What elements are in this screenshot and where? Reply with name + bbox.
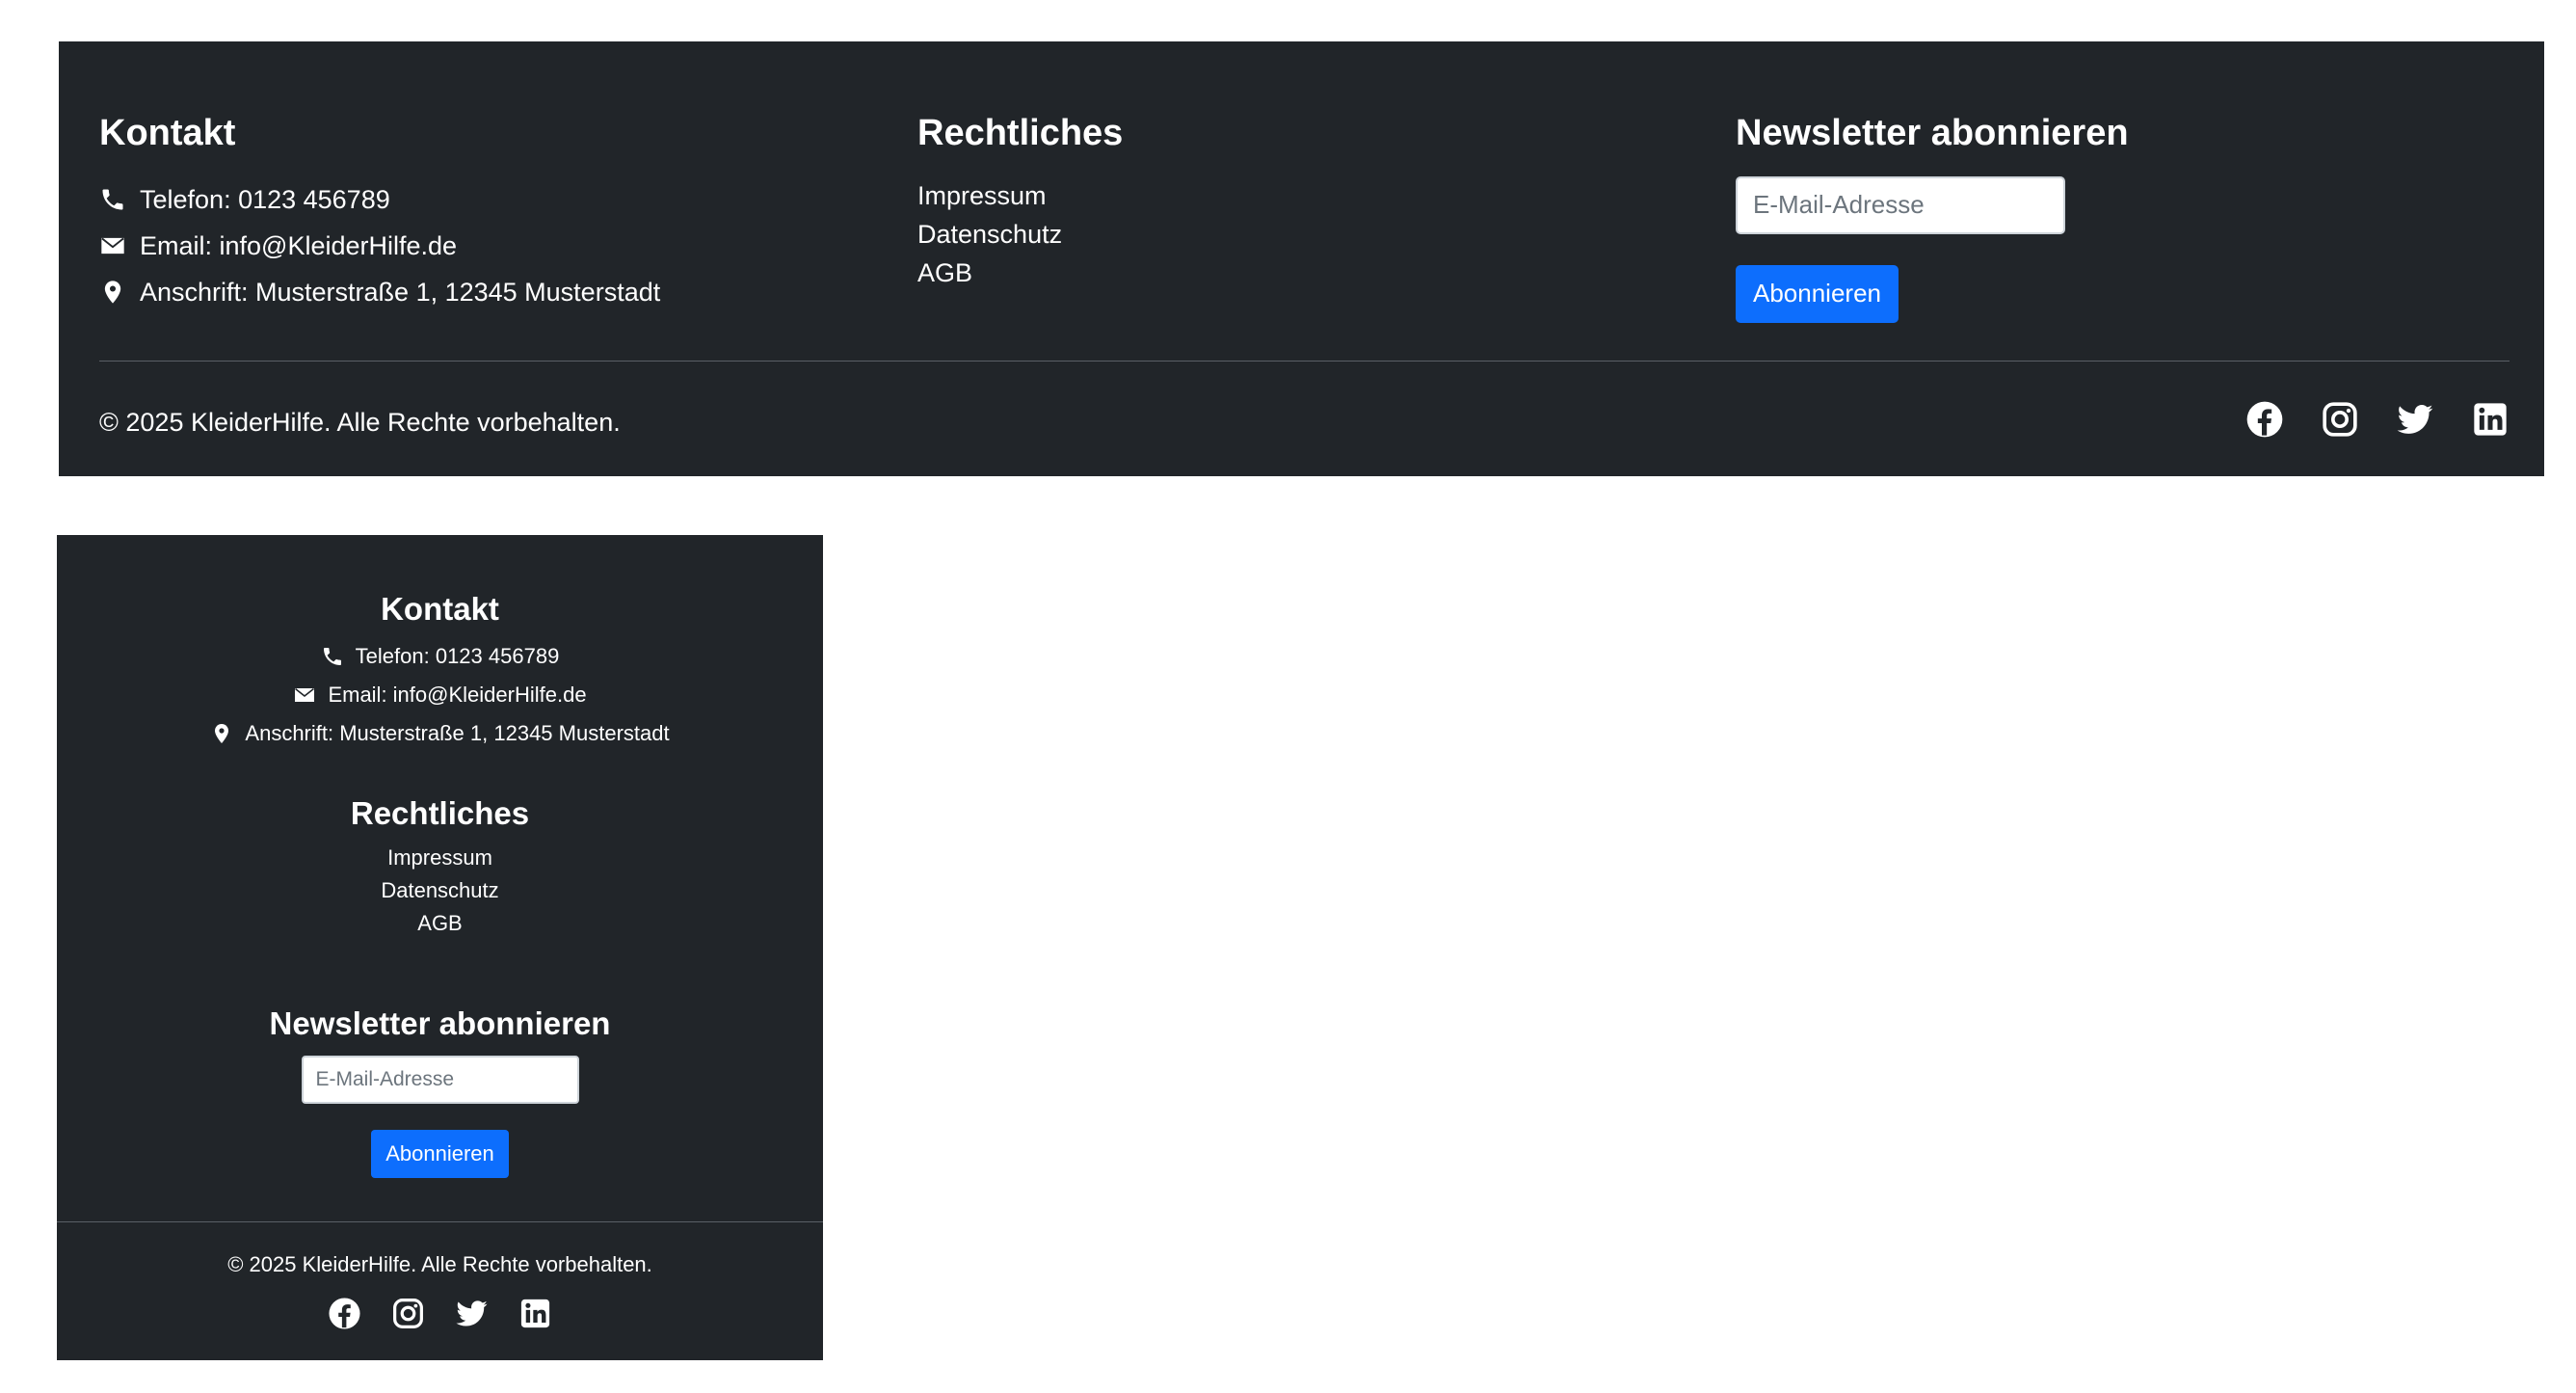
twitter-icon[interactable] (2396, 400, 2434, 439)
impressum-link[interactable]: Impressum (57, 842, 823, 874)
contact-email: Email: info@KleiderHilfe.de (99, 223, 870, 269)
subscribe-button[interactable]: Abonnieren (1736, 264, 1899, 323)
email-text: Email: info@KleiderHilfe.de (140, 230, 458, 260)
social-links (2245, 400, 2510, 439)
facebook-icon[interactable] (328, 1297, 361, 1330)
instagram-icon[interactable] (2321, 400, 2359, 439)
impressum-link[interactable]: Impressum (917, 176, 1688, 215)
linkedin-icon[interactable] (2471, 400, 2510, 439)
copyright-text: © 2025 KleiderHilfe. Alle Rechte vorbeha… (227, 1252, 652, 1276)
newsletter-email-input[interactable] (1736, 175, 2065, 234)
footer-divider (57, 1221, 823, 1222)
agb-link[interactable]: AGB (57, 907, 823, 940)
contact-address: Anschrift: Musterstraße 1, 12345 Musters… (99, 269, 870, 315)
contact-email: Email: info@KleiderHilfe.de (57, 676, 823, 714)
phone-icon (99, 186, 126, 213)
copyright-text: © 2025 KleiderHilfe. Alle Rechte vorbeha… (99, 408, 621, 437)
newsletter-heading: Newsletter abonnieren (1736, 113, 2129, 153)
newsletter-heading: Newsletter abonnieren (269, 1005, 611, 1041)
subscribe-button[interactable]: Abonnieren (371, 1129, 509, 1178)
datenschutz-link[interactable]: Datenschutz (917, 215, 1688, 254)
footer-desktop: Kontakt Telefon: 0123 456789 Email: info… (59, 41, 2544, 476)
location-pin-icon (99, 279, 126, 306)
location-pin-icon (210, 722, 233, 745)
social-links (57, 1297, 823, 1330)
contact-phone: Telefon: 0123 456789 (99, 176, 870, 223)
newsletter-email-input[interactable] (301, 1055, 579, 1104)
email-text: Email: info@KleiderHilfe.de (328, 682, 587, 707)
legal-section: Rechtliches Impressum Datenschutz AGB (917, 113, 1688, 292)
footer-mobile: Kontakt Telefon: 0123 456789 Email: info… (57, 535, 823, 1360)
datenschutz-link[interactable]: Datenschutz (57, 874, 823, 907)
address-text: Anschrift: Musterstraße 1, 12345 Musters… (140, 277, 661, 307)
contact-heading: Kontakt (381, 591, 499, 627)
contact-heading: Kontakt (99, 113, 236, 153)
contact-address: Anschrift: Musterstraße 1, 12345 Musters… (57, 714, 823, 753)
address-text: Anschrift: Musterstraße 1, 12345 Musters… (245, 720, 670, 745)
facebook-icon[interactable] (2245, 400, 2284, 439)
contact-section: Kontakt Telefon: 0123 456789 Email: info… (99, 113, 870, 315)
contact-section: Kontakt Telefon: 0123 456789 Email: info… (57, 591, 823, 753)
footer-divider (99, 361, 2510, 362)
phone-text: Telefon: 0123 456789 (140, 184, 390, 214)
agb-link[interactable]: AGB (917, 254, 1688, 292)
envelope-icon (99, 232, 126, 259)
newsletter-section: Newsletter abonnieren Abonnieren (57, 1005, 823, 1178)
twitter-icon[interactable] (455, 1297, 489, 1330)
instagram-icon[interactable] (391, 1297, 425, 1330)
legal-heading: Rechtliches (350, 795, 530, 831)
contact-phone: Telefon: 0123 456789 (57, 637, 823, 676)
newsletter-section: Newsletter abonnieren Abonnieren (1736, 113, 2507, 323)
phone-icon (321, 645, 344, 668)
phone-text: Telefon: 0123 456789 (355, 643, 560, 668)
legal-heading: Rechtliches (917, 113, 1124, 153)
legal-section: Rechtliches Impressum Datenschutz AGB (57, 795, 823, 940)
linkedin-icon[interactable] (518, 1297, 552, 1330)
envelope-icon (293, 683, 316, 707)
